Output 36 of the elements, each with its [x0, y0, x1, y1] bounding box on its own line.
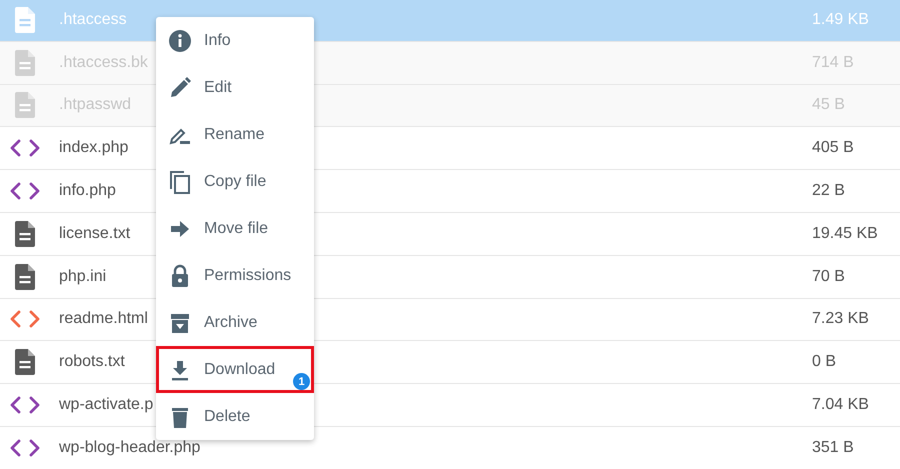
file-size: 0 B: [812, 353, 838, 372]
file-size: 7.04 KB: [812, 396, 870, 414]
menu-item[interactable]: Copy file: [156, 158, 314, 205]
file-name[interactable]: wp-blog-header.php: [50, 438, 200, 457]
file-name[interactable]: wp-activate.p: [50, 396, 154, 414]
document-icon: [15, 6, 35, 33]
file-name[interactable]: info.php: [50, 182, 116, 200]
document-icon: [15, 349, 35, 376]
menu-item[interactable]: Delete: [156, 393, 314, 440]
menu-item[interactable]: Rename: [156, 111, 314, 158]
file-size: 351 B: [812, 438, 855, 457]
document-icon: [15, 220, 35, 247]
file-name[interactable]: readme.html: [50, 310, 148, 328]
document-icon: [15, 50, 35, 76]
file-size: 405 B: [812, 139, 855, 158]
document-icon: [15, 92, 35, 118]
menu-item[interactable]: Move file: [156, 205, 314, 252]
menu-item[interactable]: Permissions: [156, 252, 314, 299]
file-size: 19.45 KB: [812, 224, 879, 243]
file-size: 70 B: [812, 268, 846, 286]
menu-item[interactable]: Info: [156, 17, 314, 64]
file-name[interactable]: index.php: [50, 139, 128, 158]
pencil-icon: [168, 76, 192, 100]
file-name[interactable]: license.txt: [50, 224, 130, 243]
menu-item[interactable]: Archive: [156, 299, 314, 346]
file-size: 7.23 KB: [812, 310, 870, 328]
menu-item[interactable]: Download 1: [156, 346, 314, 393]
menu-item[interactable]: Edit: [156, 64, 314, 111]
file-size: 22 B: [812, 182, 846, 200]
info-icon: [168, 28, 192, 52]
copy-icon: [168, 170, 192, 194]
document-icon: [15, 264, 35, 290]
file-name[interactable]: robots.txt: [50, 353, 125, 372]
file-name[interactable]: php.ini: [50, 268, 106, 286]
file-size: 1.49 KB: [812, 10, 870, 29]
step-badge: 1: [293, 373, 310, 390]
